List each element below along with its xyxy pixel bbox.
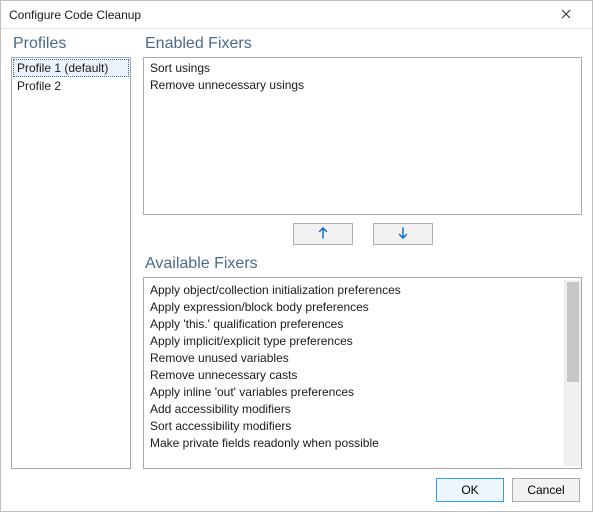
- list-item-label: Remove unused variables: [150, 351, 289, 365]
- content-area: Profiles Profile 1 (default) Profile 2 E…: [1, 29, 592, 469]
- list-item[interactable]: Sort accessibility modifiers: [144, 418, 564, 435]
- enabled-heading: Enabled Fixers: [145, 35, 582, 53]
- list-item-label: Apply expression/block body preferences: [150, 300, 369, 314]
- list-item[interactable]: Apply expression/block body preferences: [144, 299, 564, 316]
- dialog-window: Configure Code Cleanup Profiles Profile …: [0, 0, 593, 512]
- profiles-pane: Profiles Profile 1 (default) Profile 2: [11, 35, 131, 469]
- profiles-heading: Profiles: [13, 35, 131, 53]
- move-down-button[interactable]: [373, 223, 433, 245]
- list-item[interactable]: Remove unnecessary usings: [144, 77, 581, 94]
- dialog-footer: OK Cancel: [1, 469, 592, 511]
- cancel-button[interactable]: Cancel: [512, 478, 580, 502]
- list-item-label: Sort accessibility modifiers: [150, 419, 291, 433]
- available-list-inner: Apply object/collection initialization p…: [144, 280, 564, 466]
- list-item-label: Apply implicit/explicit type preferences: [150, 334, 353, 348]
- list-item-label: Remove unnecessary casts: [150, 368, 297, 382]
- list-item-label: Remove unnecessary usings: [150, 78, 304, 92]
- window-title: Configure Code Cleanup: [9, 8, 546, 22]
- list-item-label: Apply inline 'out' variables preferences: [150, 385, 354, 399]
- list-item-label: Apply object/collection initialization p…: [150, 283, 401, 297]
- arrow-up-icon: [318, 227, 328, 242]
- move-buttons-row: [143, 215, 582, 255]
- list-item-label: Sort usings: [150, 61, 210, 75]
- available-fixers-list[interactable]: Apply object/collection initialization p…: [143, 277, 582, 469]
- profile-item-label: Profile 2: [17, 79, 61, 93]
- arrow-down-icon: [398, 227, 408, 242]
- list-item[interactable]: Remove unused variables: [144, 350, 564, 367]
- profiles-list[interactable]: Profile 1 (default) Profile 2: [11, 57, 131, 469]
- list-item[interactable]: Sort usings: [144, 60, 581, 77]
- list-item[interactable]: Apply inline 'out' variables preferences: [144, 384, 564, 401]
- list-item[interactable]: Apply object/collection initialization p…: [144, 282, 564, 299]
- fixers-pane: Enabled Fixers Sort usings Remove unnece…: [143, 35, 582, 469]
- profile-item[interactable]: Profile 1 (default): [13, 59, 129, 77]
- profile-item-label: Profile 1 (default): [17, 61, 108, 75]
- list-item-label: Add accessibility modifiers: [150, 402, 291, 416]
- list-item[interactable]: Make private fields readonly when possib…: [144, 435, 564, 452]
- scrollbar-thumb[interactable]: [567, 282, 579, 382]
- close-icon: [561, 8, 571, 22]
- list-item[interactable]: Apply 'this.' qualification preferences: [144, 316, 564, 333]
- available-heading: Available Fixers: [145, 255, 582, 273]
- scrollbar[interactable]: [564, 280, 581, 466]
- move-up-button[interactable]: [293, 223, 353, 245]
- list-item[interactable]: Add accessibility modifiers: [144, 401, 564, 418]
- ok-button[interactable]: OK: [436, 478, 504, 502]
- list-item[interactable]: Apply implicit/explicit type preferences: [144, 333, 564, 350]
- enabled-fixers-list[interactable]: Sort usings Remove unnecessary usings: [143, 57, 582, 215]
- list-item[interactable]: Remove unnecessary casts: [144, 367, 564, 384]
- titlebar: Configure Code Cleanup: [1, 1, 592, 29]
- list-item-label: Apply 'this.' qualification preferences: [150, 317, 343, 331]
- list-item-label: Make private fields readonly when possib…: [150, 436, 379, 450]
- close-button[interactable]: [546, 2, 586, 28]
- profile-item[interactable]: Profile 2: [13, 77, 129, 95]
